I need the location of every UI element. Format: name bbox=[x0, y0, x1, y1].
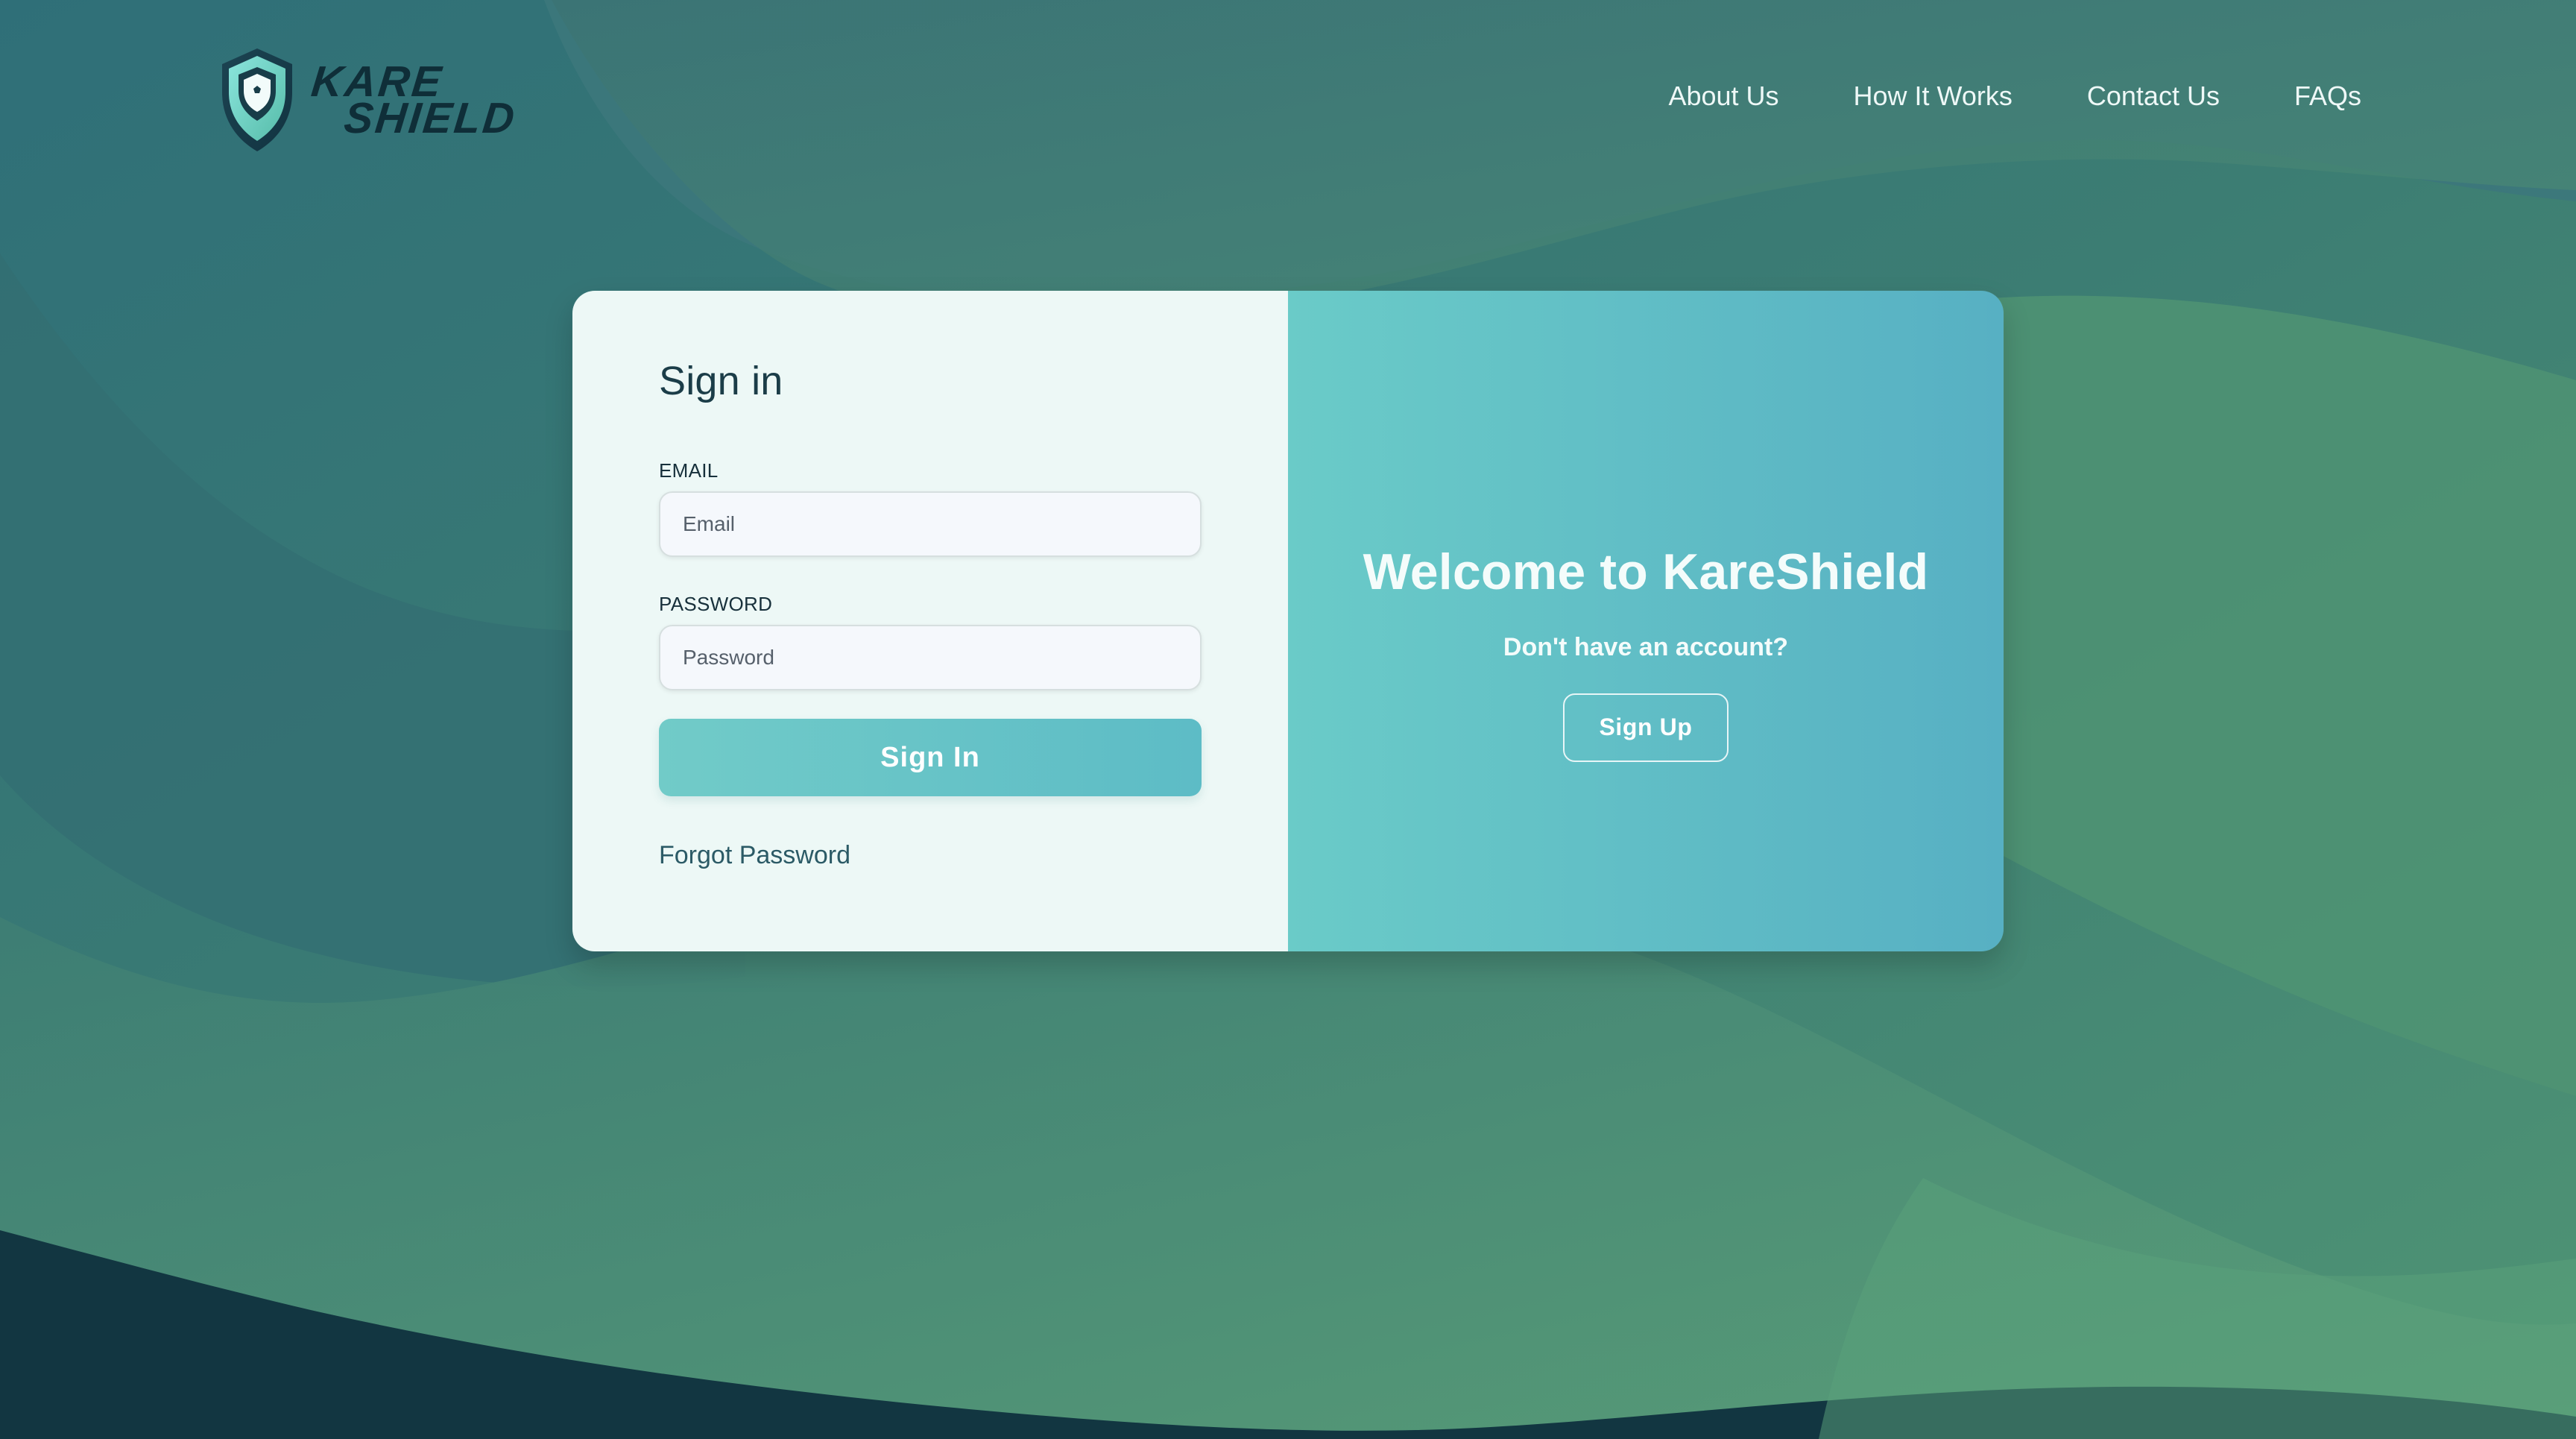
password-label: PASSWORD bbox=[659, 593, 773, 616]
auth-card: Sign in EMAIL PASSWORD Sign In Forgot Pa… bbox=[572, 291, 2004, 951]
site-header: KARE SHIELD About Us How It Works Contac… bbox=[0, 0, 2576, 201]
nav-about-us[interactable]: About Us bbox=[1668, 81, 1778, 112]
nav-contact-us[interactable]: Contact Us bbox=[2087, 81, 2220, 112]
welcome-title: Welcome to KareShield bbox=[1363, 544, 1929, 600]
password-field[interactable] bbox=[659, 625, 1202, 691]
sign-in-title: Sign in bbox=[659, 359, 783, 403]
brand-name-line-2: SHIELD bbox=[341, 94, 520, 142]
welcome-panel: Welcome to KareShield Don't have an acco… bbox=[1288, 291, 2004, 951]
sign-in-panel: Sign in EMAIL PASSWORD Sign In Forgot Pa… bbox=[572, 291, 1288, 951]
nav-faqs[interactable]: FAQs bbox=[2294, 81, 2361, 112]
top-navigation: About Us How It Works Contact Us FAQs bbox=[1668, 81, 2361, 112]
sign-up-button[interactable]: Sign Up bbox=[1563, 693, 1729, 762]
brand-wordmark: KARE SHIELD bbox=[309, 57, 520, 142]
account-prompt: Don't have an account? bbox=[1503, 632, 1789, 661]
email-field[interactable] bbox=[659, 491, 1202, 558]
nav-how-it-works[interactable]: How It Works bbox=[1854, 81, 2012, 112]
sign-in-button[interactable]: Sign In bbox=[659, 719, 1202, 797]
brand-logo[interactable]: KARE SHIELD bbox=[213, 45, 534, 155]
forgot-password-link[interactable]: Forgot Password bbox=[659, 841, 850, 870]
email-label: EMAIL bbox=[659, 459, 719, 482]
shield-icon bbox=[222, 48, 292, 151]
